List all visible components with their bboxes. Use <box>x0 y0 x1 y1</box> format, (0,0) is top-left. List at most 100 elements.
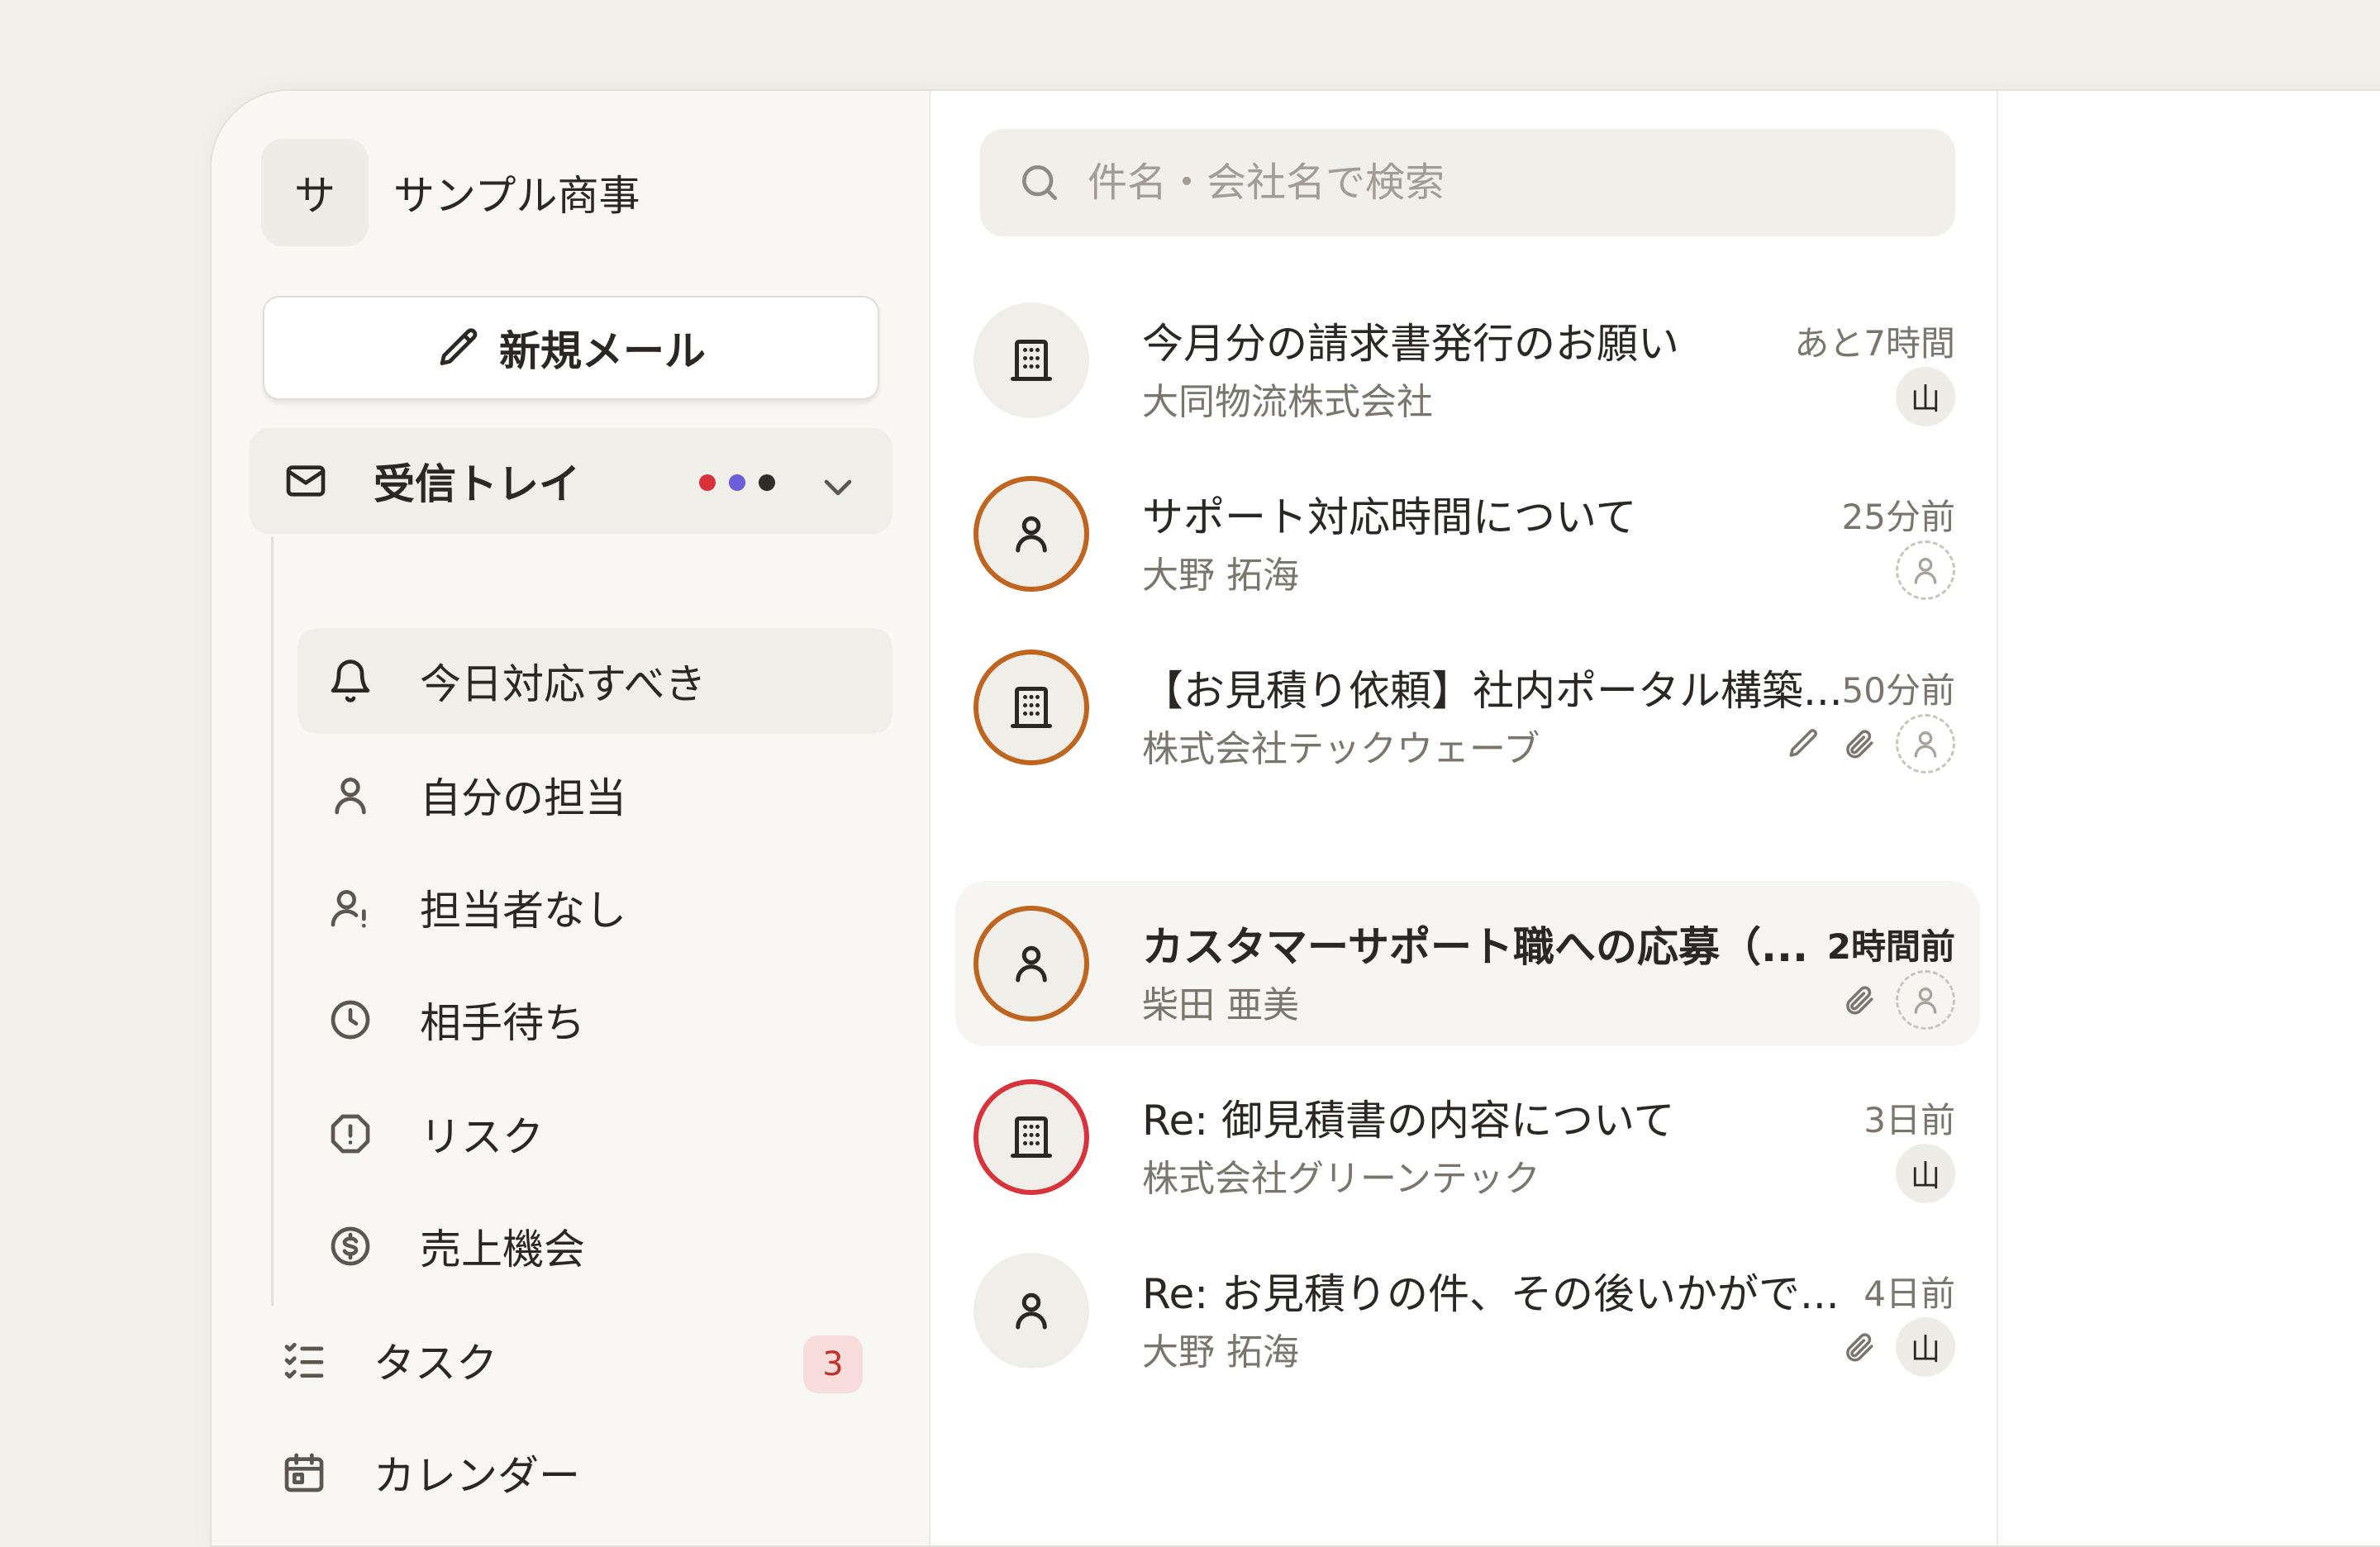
tasks-count-badge: 3 <box>803 1335 863 1393</box>
paperclip-icon <box>1841 1330 1876 1364</box>
org-switcher[interactable]: サ サンプル商事 <box>261 139 640 246</box>
chevron-down-icon[interactable] <box>815 464 861 511</box>
thread-subject: 【お見積り依頼】社内ポータル構築... <box>1142 667 1843 715</box>
thread-sender: 株式会社グリーンテック <box>1142 1158 1540 1200</box>
thread-time: あと7時間 <box>1794 323 1955 364</box>
person-icon <box>1016 945 1047 983</box>
thread-meta: 山 <box>1841 1317 1955 1377</box>
thread-row-selected[interactable]: カスタマーサポート職への応募（... 柴田 亜美 2時間前 <box>955 881 1980 1046</box>
detail-pane <box>1998 91 2380 1545</box>
new-mail-button[interactable]: 新規メール <box>263 296 879 400</box>
sidebar-item-label: 担当者なし <box>420 887 626 935</box>
person-icon <box>1016 516 1047 553</box>
inbox-status-dots <box>699 474 788 491</box>
sidebar-item-label: 今日対応すべき <box>420 660 707 708</box>
sidebar-item-risk[interactable]: リスク <box>298 1081 892 1187</box>
sidebar-item-opportunity[interactable]: 売上機会 <box>298 1193 892 1299</box>
thread-row[interactable]: Re: 御見積書の内容について 株式会社グリーンテック 3日前 山 <box>955 1054 1980 1220</box>
thread-sender: 柴田 亜美 <box>1142 984 1299 1026</box>
sidebar-item-tasks[interactable]: タスク 3 <box>281 1307 892 1413</box>
thread-time: 3日前 <box>1864 1100 1955 1140</box>
assignee-avatar[interactable]: 山 <box>1896 1144 1955 1203</box>
sidebar: サ サンプル商事 新規メール 受信トレイ 今日対応すべき 自分の担当 担当者なし… <box>212 91 931 1545</box>
status-dot-purple <box>729 474 745 491</box>
sidebar-item-waiting[interactable]: 相手待ち <box>298 967 892 1073</box>
user-icon <box>327 772 374 818</box>
thread-sender: 大同物流株式会社 <box>1142 381 1433 423</box>
pencil-icon <box>436 325 483 371</box>
new-mail-label: 新規メール <box>499 327 706 375</box>
unassigned-avatar[interactable] <box>1896 714 1955 774</box>
sidebar-item-label: カレンダー <box>374 1452 580 1500</box>
person-avatar <box>973 1253 1089 1368</box>
unassigned-avatar[interactable] <box>1896 540 1955 600</box>
app-window: サ サンプル商事 新規メール 受信トレイ 今日対応すべき 自分の担当 担当者なし… <box>210 89 2380 1547</box>
sidebar-item-inbox[interactable]: 受信トレイ <box>250 428 892 534</box>
thread-sender: 株式会社テックウェーブ <box>1142 728 1540 770</box>
thread-meta: 山 <box>1896 1144 1955 1203</box>
thread-meta <box>1896 540 1955 600</box>
company-avatar <box>973 302 1089 418</box>
thread-subject: 今月分の請求書発行のお願い <box>1142 320 1679 368</box>
user-icon <box>1914 558 1937 584</box>
thread-row[interactable]: Re: お見積りの件、その後いかがで... 大野 拓海 4日前 山 <box>955 1228 1980 1393</box>
user-icon <box>1914 988 1937 1014</box>
company-avatar <box>973 1079 1089 1195</box>
building-icon <box>1011 687 1052 728</box>
thread-meta: 山 <box>1896 367 1955 426</box>
status-dot-red <box>699 474 716 491</box>
building-icon <box>1011 1116 1052 1158</box>
person-icon <box>1016 1292 1047 1330</box>
building-icon <box>1011 340 1052 381</box>
alert-octagon-icon <box>327 1111 374 1157</box>
checklist-icon <box>281 1337 327 1383</box>
thread-time: 50分前 <box>1841 670 1955 711</box>
user-alert-icon <box>327 884 374 931</box>
thread-meta <box>1841 970 1955 1030</box>
sidebar-item-label: リスク <box>420 1113 544 1161</box>
person-avatar <box>973 476 1089 592</box>
bell-icon <box>327 658 374 704</box>
thread-subject: Re: お見積りの件、その後いかがで... <box>1142 1270 1840 1318</box>
thread-subject: Re: 御見積書の内容について <box>1142 1097 1675 1145</box>
thread-time: 4日前 <box>1864 1273 1955 1314</box>
thread-sender: 大野 拓海 <box>1142 1331 1299 1373</box>
assignee-avatar[interactable]: 山 <box>1896 1317 1955 1377</box>
dollar-circle-icon <box>327 1223 374 1269</box>
thread-subject: カスタマーサポート職への応募（... <box>1142 923 1808 971</box>
sidebar-item-label: 受信トレイ <box>374 460 580 508</box>
thread-row[interactable]: 【お見積り依頼】社内ポータル構築... 株式会社テックウェーブ 50分前 <box>955 625 1980 790</box>
sidebar-item-label: 相手待ち <box>420 999 585 1047</box>
thread-sender: 大野 拓海 <box>1142 555 1299 597</box>
thread-list-pane: 今月分の請求書発行のお願い 大同物流株式会社 あと7時間 山 サポート対応時間に… <box>931 91 1997 1545</box>
clock-icon <box>327 997 374 1043</box>
unassigned-avatar[interactable] <box>1896 970 1955 1030</box>
thread-row[interactable]: 今月分の請求書発行のお願い 大同物流株式会社 あと7時間 山 <box>955 278 1980 443</box>
status-dot-black <box>759 474 775 491</box>
org-name: サンプル商事 <box>393 172 640 220</box>
sidebar-item-calendar[interactable]: カレンダー <box>281 1420 892 1526</box>
company-avatar <box>973 650 1089 765</box>
thread-subject: サポート対応時間について <box>1142 493 1637 541</box>
search-input[interactable] <box>1086 159 1916 207</box>
paperclip-icon <box>1841 726 1876 761</box>
assignee-avatar[interactable]: 山 <box>1896 367 1955 426</box>
thread-meta <box>1787 714 1955 774</box>
sidebar-item-label: タスク <box>374 1340 497 1388</box>
sidebar-item-today[interactable]: 今日対応すべき <box>298 628 892 734</box>
sidebar-item-unassigned[interactable]: 担当者なし <box>298 854 892 960</box>
search-bar[interactable] <box>980 129 1955 236</box>
thread-time: 25分前 <box>1841 497 1955 537</box>
sidebar-item-mine[interactable]: 自分の担当 <box>298 742 892 848</box>
sidebar-item-label: 売上機会 <box>420 1226 585 1273</box>
thread-row[interactable]: サポート対応時間について 大野 拓海 25分前 <box>955 451 1980 616</box>
tree-line <box>271 537 274 1306</box>
paperclip-icon <box>1841 983 1876 1017</box>
org-avatar: サ <box>261 139 369 246</box>
thread-time: 2時間前 <box>1826 926 1955 967</box>
person-avatar <box>973 906 1089 1021</box>
user-icon <box>1914 731 1937 758</box>
search-icon <box>1016 159 1063 206</box>
calendar-icon <box>281 1449 327 1496</box>
sidebar-item-label: 自分の担当 <box>420 774 626 822</box>
